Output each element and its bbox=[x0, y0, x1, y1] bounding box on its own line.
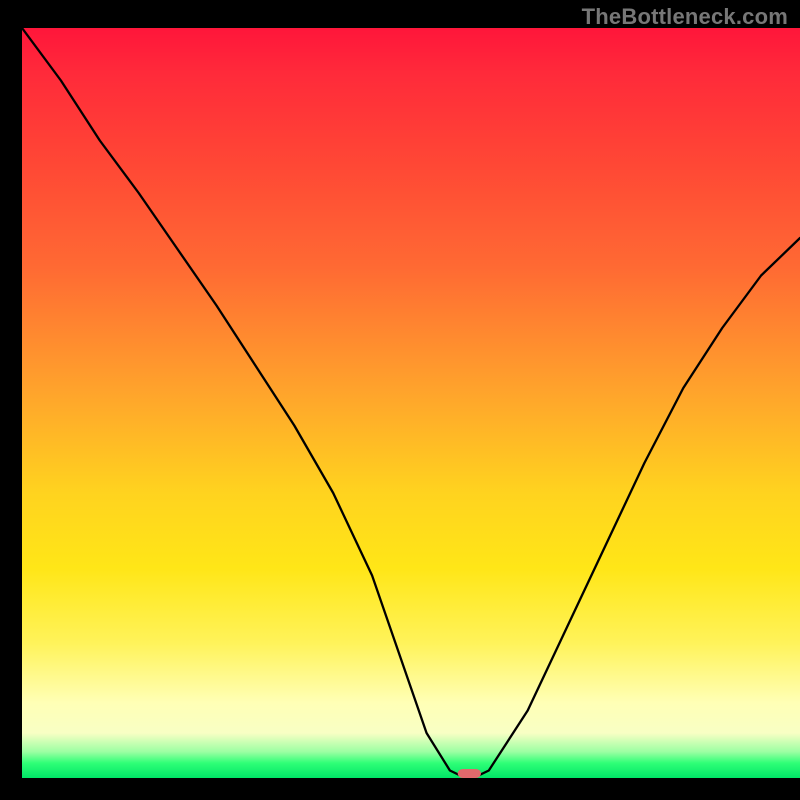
chart-svg bbox=[22, 28, 800, 778]
plot-area bbox=[22, 28, 800, 778]
bottleneck-curve bbox=[22, 28, 800, 778]
chart-frame: TheBottleneck.com bbox=[0, 0, 800, 800]
minimum-marker bbox=[458, 769, 481, 778]
watermark-text: TheBottleneck.com bbox=[582, 4, 788, 30]
